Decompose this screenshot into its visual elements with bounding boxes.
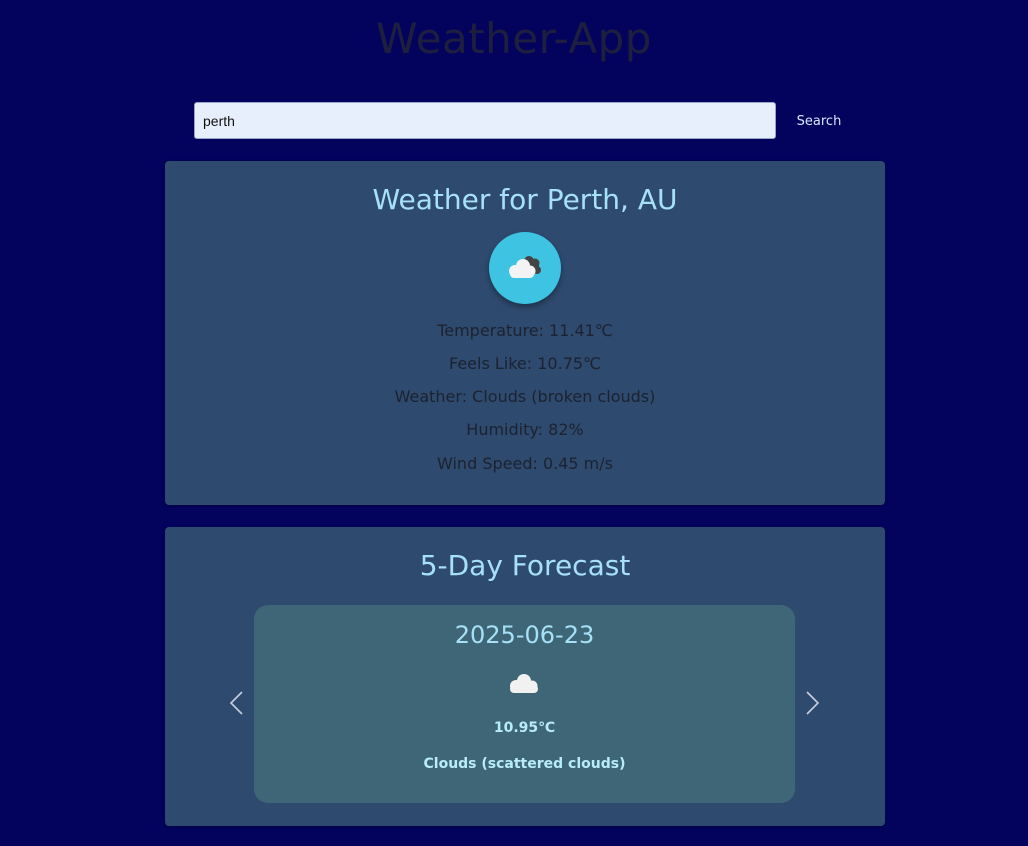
current-weather-card: Weather for Perth, AU Temperature: 11.41…	[165, 161, 885, 505]
humidity-text: Humidity: 82%	[466, 420, 584, 439]
temperature-text: Temperature: 11.41℃	[437, 321, 613, 340]
search-input[interactable]	[194, 102, 776, 139]
feels-like-text: Feels Like: 10.75℃	[448, 354, 602, 373]
search-bar: Search	[194, 102, 854, 140]
forecast-day-card: 2025-06-23 10.95℃ Clouds (scattered clou…	[254, 605, 795, 803]
forecast-temperature: 10.95℃	[493, 720, 556, 736]
scattered-clouds-icon	[510, 674, 538, 693]
chevron-right-icon	[806, 691, 820, 715]
carousel-prev-button[interactable]	[225, 687, 249, 719]
carousel-next-button[interactable]	[800, 687, 824, 719]
app-title: Weather-App	[376, 14, 652, 63]
search-button[interactable]: Search	[788, 106, 850, 136]
wind-speed-text: Wind Speed: 0.45 m/s	[437, 454, 613, 473]
current-weather-icon-badge	[489, 232, 561, 304]
forecast-title: 5-Day Forecast	[419, 549, 631, 582]
forecast-date: 2025-06-23	[454, 621, 595, 649]
chevron-left-icon	[229, 691, 243, 715]
forecast-card: 5-Day Forecast 2025-06-23 10.95℃ Clouds …	[165, 527, 885, 826]
broken-clouds-icon	[509, 256, 541, 278]
forecast-description: Clouds (scattered clouds)	[423, 756, 626, 772]
weather-description-text: Weather: Clouds (broken clouds)	[394, 387, 656, 406]
current-weather-title: Weather for Perth, AU	[372, 183, 678, 216]
